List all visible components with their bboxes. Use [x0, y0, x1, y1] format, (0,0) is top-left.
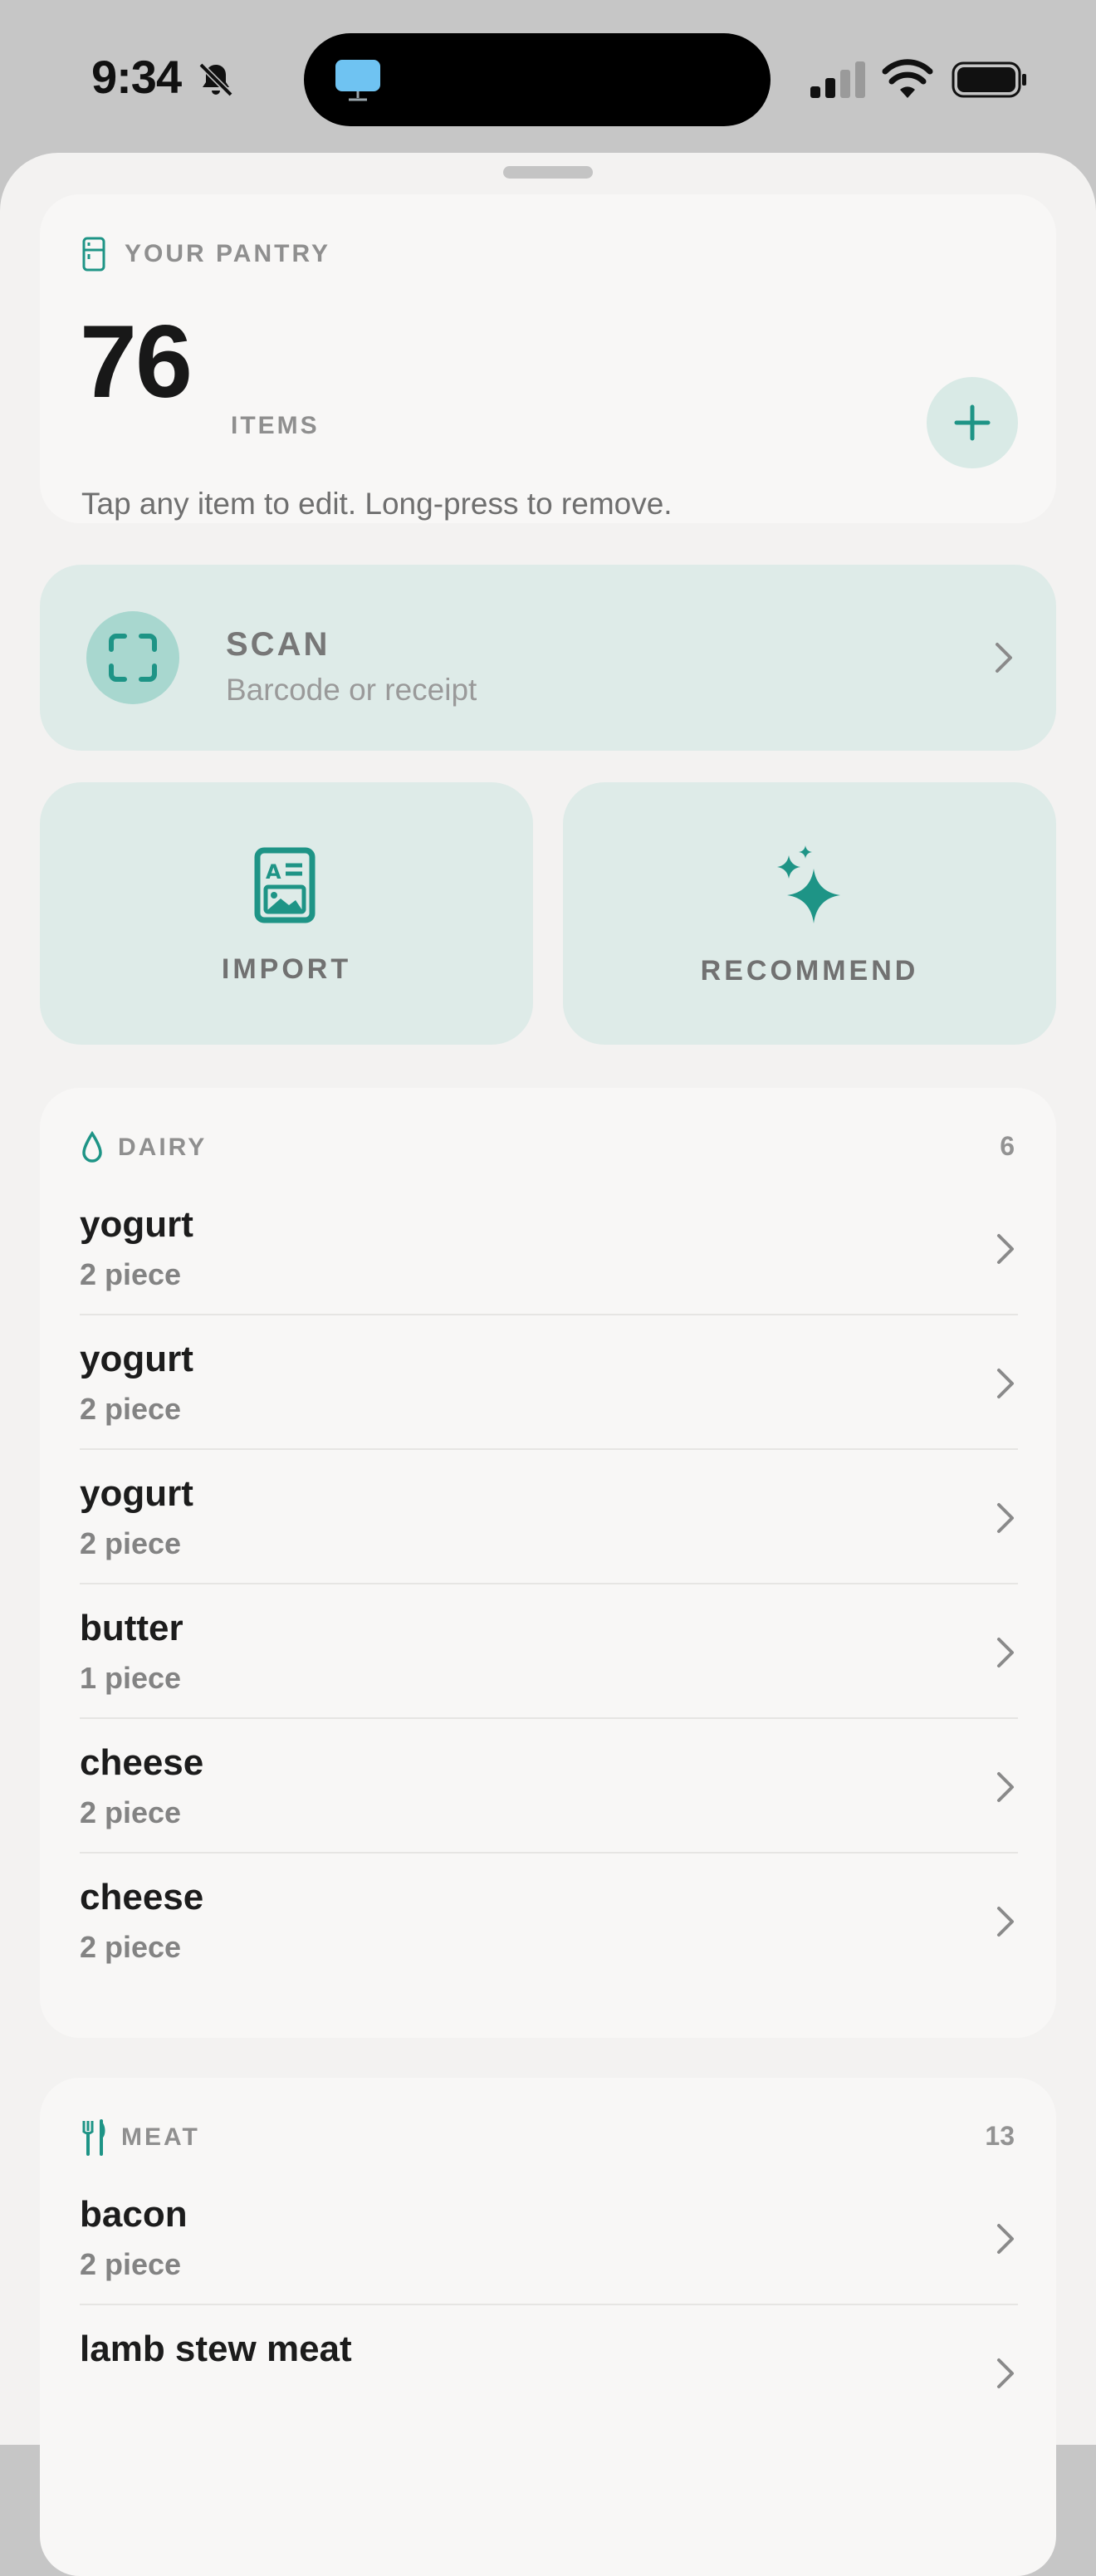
cellular-signal-icon	[810, 61, 865, 98]
tv-icon	[335, 60, 380, 101]
pantry-caption: YOUR PANTRY	[125, 240, 331, 267]
svg-text:A: A	[266, 860, 281, 884]
item-list: yogurt 2 piece yogurt 2 piece yogurt 2 p…	[80, 1181, 1018, 1988]
section-title: DAIRY	[118, 1134, 208, 1161]
chevron-right-icon	[996, 643, 1012, 673]
item-quantity: 2 piece	[80, 1930, 182, 1964]
item-name: yogurt	[80, 1339, 193, 1379]
list-item[interactable]: cheese 2 piece	[80, 1854, 1018, 1988]
chevron-right-icon	[997, 1772, 1014, 1802]
pantry-hint: Tap any item to edit. Long-press to remo…	[81, 487, 673, 521]
item-quantity: 2 piece	[80, 2247, 182, 2281]
chevron-right-icon	[997, 1907, 1014, 1937]
item-name: yogurt	[80, 1204, 193, 1245]
chevron-right-icon	[997, 1369, 1014, 1398]
pantry-summary-card: YOUR PANTRY 76 ITEMS Tap any item to edi…	[40, 194, 1056, 523]
item-quantity: 2 piece	[80, 1795, 182, 1829]
scan-frame-icon	[109, 634, 157, 682]
recommend-button[interactable]: RECOMMEND	[563, 782, 1056, 1045]
drop-icon	[82, 1131, 102, 1163]
section-header: MEAT	[81, 2119, 200, 2156]
section-count: 13	[985, 2121, 1015, 2151]
import-button[interactable]: A IMPORT	[40, 782, 533, 1045]
item-quantity: 2 piece	[80, 1392, 182, 1426]
section-header: DAIRY	[81, 1129, 207, 1166]
item-quantity: 1 piece	[80, 1661, 182, 1695]
item-quantity: 2 piece	[80, 1257, 182, 1291]
chevron-right-icon	[997, 1503, 1014, 1533]
fridge-icon	[82, 237, 105, 272]
chevron-right-icon	[997, 1638, 1014, 1668]
list-item[interactable]: yogurt 2 piece	[80, 1315, 1018, 1450]
chevron-right-icon	[997, 2224, 1014, 2254]
list-item[interactable]: bacon 2 piece	[80, 2171, 1018, 2305]
chevron-right-icon	[997, 1234, 1014, 1264]
list-item[interactable]: lamb stew meat	[80, 2305, 1018, 2440]
status-time: 9:34	[91, 51, 182, 103]
pantry-header: YOUR PANTRY	[81, 236, 330, 272]
sparkles-icon	[777, 845, 840, 923]
plus-icon	[954, 404, 991, 441]
item-name: cheese	[80, 1877, 204, 1917]
list-item[interactable]: cheese 2 piece	[80, 1719, 1018, 1854]
item-name: yogurt	[80, 1473, 193, 1514]
scan-title: SCAN	[226, 626, 330, 663]
dynamic-island	[304, 33, 771, 126]
list-item[interactable]: yogurt 2 piece	[80, 1181, 1018, 1315]
list-item[interactable]: yogurt 2 piece	[80, 1450, 1018, 1584]
item-name: cheese	[80, 1742, 204, 1783]
section-dairy: DAIRY 6 yogurt 2 piece yogurt 2 piece yo…	[40, 1088, 1056, 2038]
section-meat: MEAT 13 bacon 2 piece lamb stew meat	[40, 2078, 1056, 2576]
document-image-icon: A	[254, 847, 316, 923]
pantry-sheet: YOUR PANTRY 76 ITEMS Tap any item to edi…	[0, 153, 1096, 2576]
battery-icon	[952, 61, 1026, 98]
scan-icon-circle	[86, 611, 179, 704]
bell-slash-icon	[198, 62, 233, 97]
list-item[interactable]: butter 1 piece	[80, 1584, 1018, 1719]
pantry-count-unit: ITEMS	[231, 412, 320, 439]
section-count: 6	[1000, 1131, 1015, 1161]
add-item-button[interactable]	[927, 377, 1018, 468]
item-name: butter	[80, 1608, 183, 1648]
item-list: bacon 2 piece lamb stew meat	[80, 2171, 1018, 2440]
scan-button[interactable]: SCAN Barcode or receipt	[40, 565, 1056, 751]
fork-knife-icon	[81, 2119, 105, 2156]
scan-subtitle: Barcode or receipt	[226, 673, 477, 707]
section-title: MEAT	[121, 2123, 200, 2151]
item-name: bacon	[80, 2194, 188, 2235]
sheet-grabber[interactable]	[503, 166, 593, 179]
item-name: lamb stew meat	[80, 2329, 352, 2369]
import-label: IMPORT	[221, 953, 352, 985]
wifi-icon	[882, 59, 933, 98]
chevron-right-icon	[997, 2358, 1014, 2388]
pantry-item-count: 76	[80, 305, 193, 419]
status-bar: 9:34	[0, 0, 1096, 158]
recommend-label: RECOMMEND	[700, 955, 919, 987]
item-quantity: 2 piece	[80, 1526, 182, 1560]
